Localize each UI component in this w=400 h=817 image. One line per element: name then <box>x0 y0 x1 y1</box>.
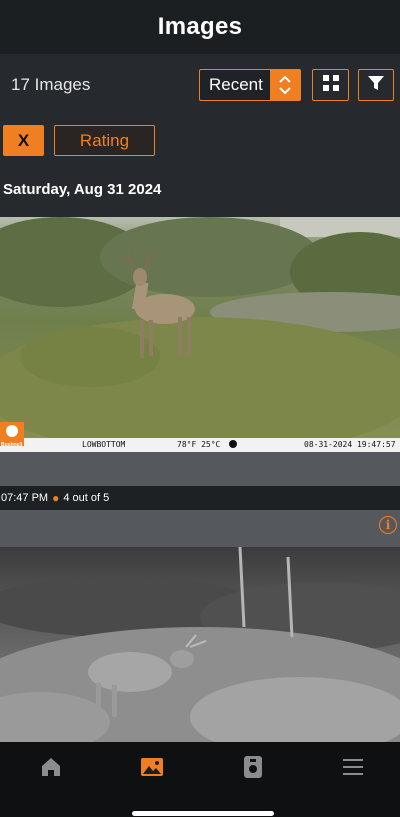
sort-value: Recent <box>209 75 263 94</box>
clear-filters-button[interactable]: X <box>3 125 44 156</box>
bottom-nav <box>0 742 400 817</box>
info-icon[interactable]: i <box>379 516 397 534</box>
active-filters: X Rating <box>0 116 400 166</box>
camera-icon <box>243 755 263 784</box>
page-title: Images <box>157 13 243 40</box>
app-header: Images <box>0 0 400 54</box>
trail-photo-day[interactable]: Bushnell LOWBOTTOM 78°F 25°C 08-31-2024 … <box>0 217 400 452</box>
moon-phase-icon <box>229 440 237 448</box>
nav-cameras[interactable] <box>238 755 268 784</box>
home-icon <box>40 757 62 782</box>
nav-menu[interactable] <box>338 756 368 782</box>
grid-view-icon <box>322 74 340 97</box>
brand-logo: Bushnell <box>1 442 23 448</box>
trail-photo-night[interactable] <box>0 547 400 742</box>
photo-time: 07:47 PM <box>1 492 49 504</box>
home-indicator <box>132 811 274 816</box>
photo-position: 4 out of 5 <box>63 492 110 504</box>
rating-filter-chip[interactable]: Rating <box>54 125 155 156</box>
camera-name: LOWBOTTOM <box>82 440 126 449</box>
photo-meta-row: 07:47 PM ● 4 out of 5 <box>0 486 400 510</box>
image-count: 17 Images <box>11 75 91 94</box>
nav-home[interactable] <box>36 756 66 782</box>
photo-info-bar: i <box>0 510 400 547</box>
images-toolbar: 17 Images Recent <box>0 54 400 116</box>
grid-view-button[interactable] <box>312 69 349 101</box>
sort-arrows-icon <box>270 70 300 100</box>
temperature-stamp: 78°F 25°C <box>177 440 221 449</box>
nav-images[interactable] <box>137 756 167 782</box>
images-icon <box>140 756 164 783</box>
menu-icon <box>342 758 364 781</box>
filter-icon <box>367 74 385 97</box>
datetime-stamp: 08-31-2024 19:47:57 <box>304 440 396 449</box>
sort-select[interactable]: Recent <box>199 69 301 101</box>
photo-info-strip <box>0 452 400 486</box>
date-section-heading: Saturday, Aug 31 2024 <box>3 181 162 198</box>
separator-dot-icon: ● <box>52 491 60 505</box>
filter-button[interactable] <box>358 69 394 101</box>
